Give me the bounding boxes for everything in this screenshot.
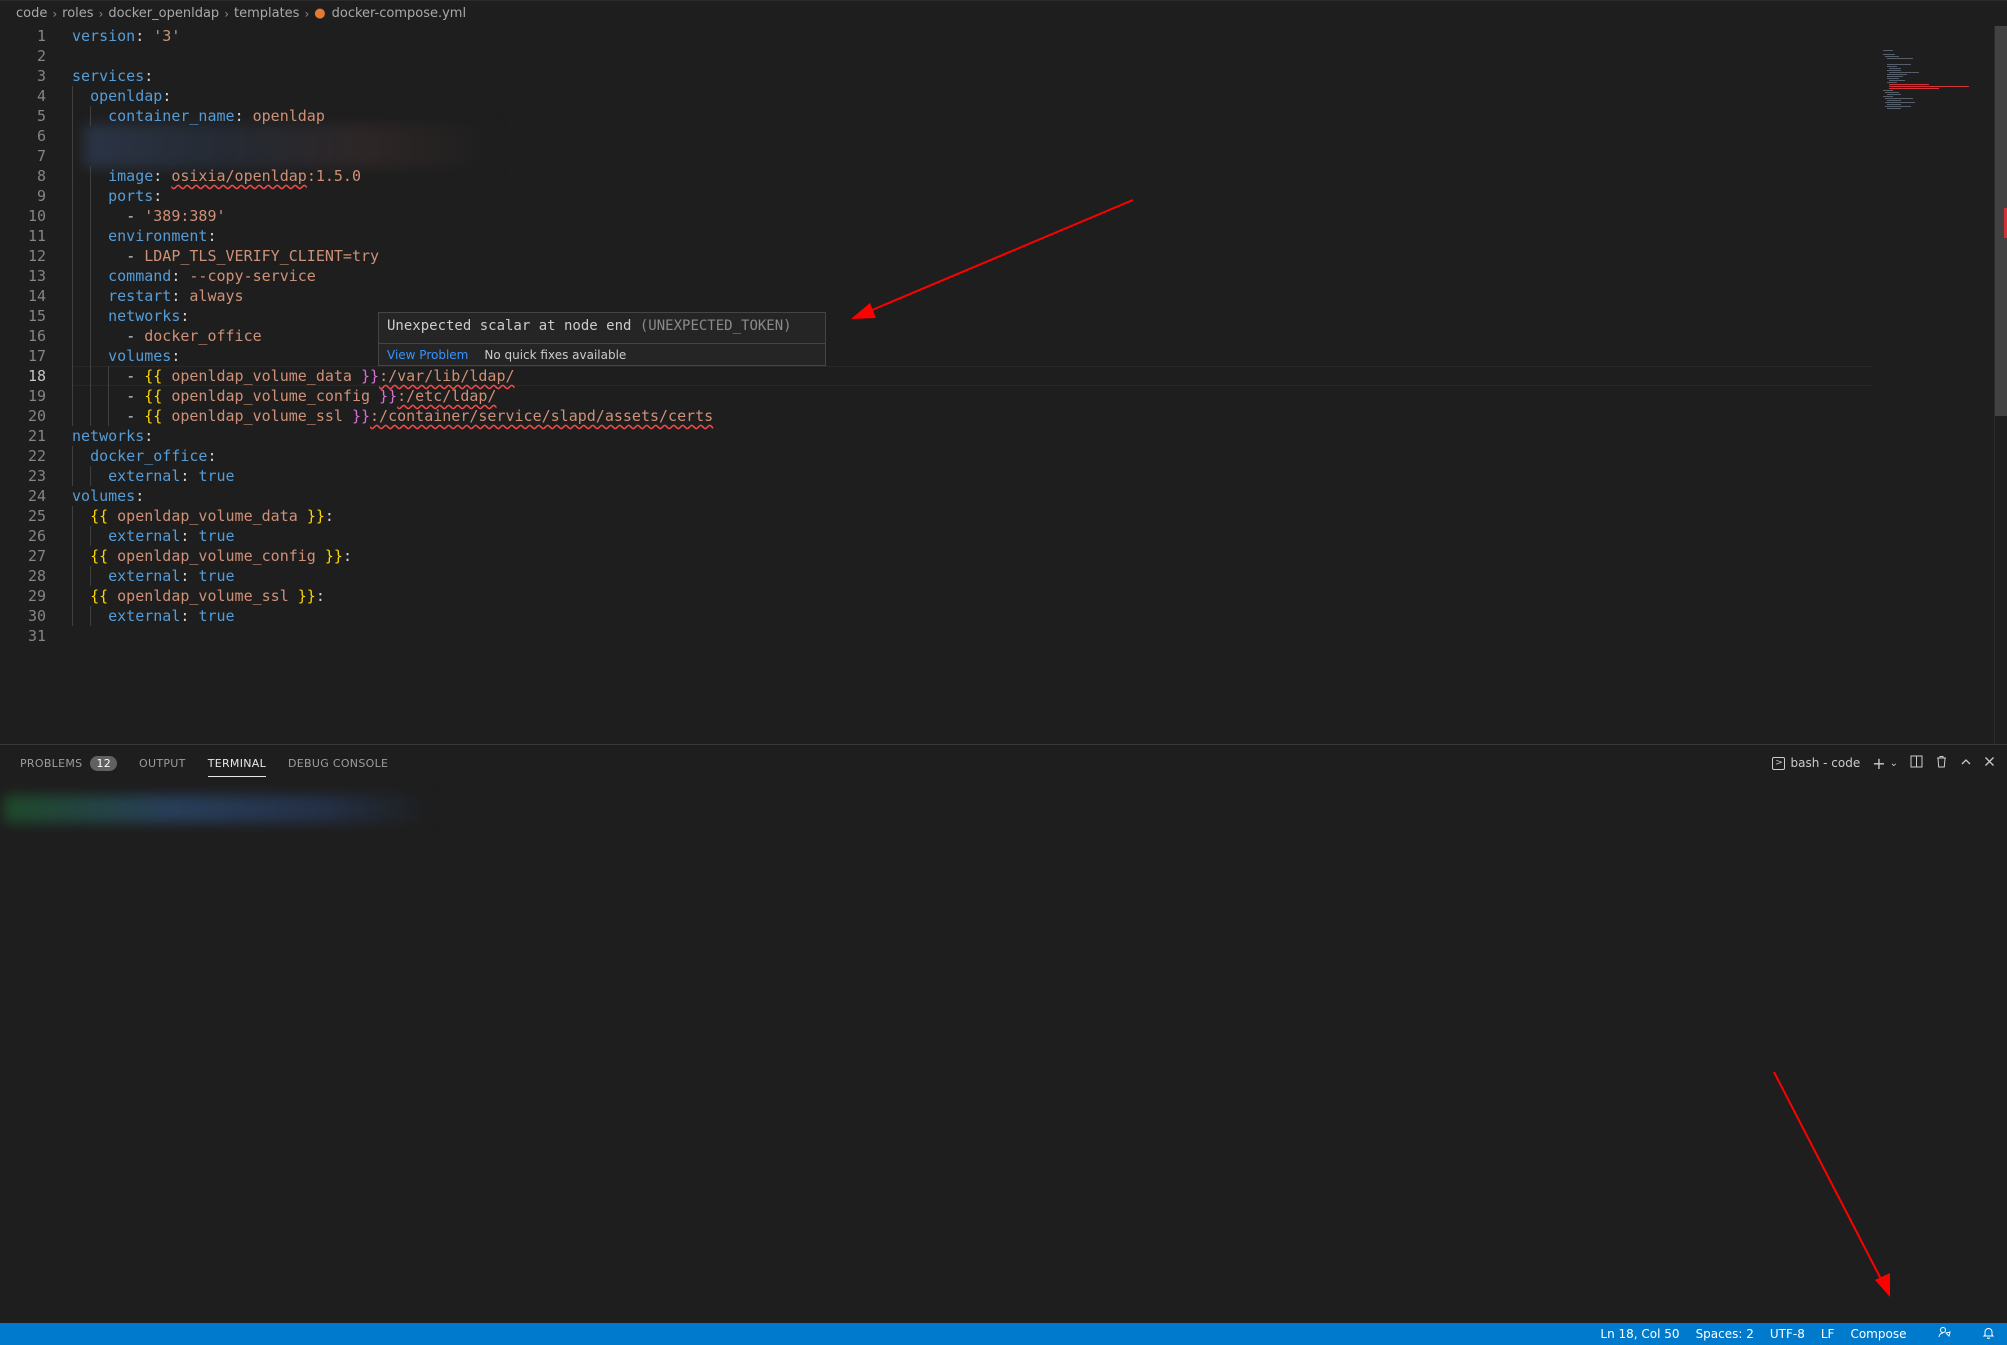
code-line: 5 container_name: openldap [36,106,325,126]
error-code: (UNEXPECTED_TOKEN) [639,318,792,334]
hover-message: Unexpected scalar at node end (UNEXPECTE… [387,318,792,334]
language-mode[interactable]: Compose [1850,1327,1906,1341]
code-line: 24 volumes: [27,487,145,505]
tab-terminal[interactable]: TERMINAL [207,745,267,781]
indentation[interactable]: Spaces: 2 [1696,1327,1754,1341]
cursor-position[interactable]: Ln 18, Col 50 [1600,1327,1679,1341]
code-line: 29 {{ openldap_volume_ssl }}: [27,586,325,606]
status-bar: Ln 18, Col 50 Spaces: 2 UTF-8 LF Compose [0,1323,2007,1345]
redacted-terminal-prompt [4,795,430,823]
code-line: 13 command: --copy-service [27,266,316,286]
breadcrumb-roles[interactable]: roles [62,6,93,21]
code-line: 28 external: true [27,566,235,586]
code-line: 19 - {{ openldap_volume_config }}:/etc/l… [27,386,497,406]
tab-debug-console[interactable]: DEBUG CONSOLE [288,745,388,781]
code-line: 22 docker_office: [27,446,217,466]
tab-output[interactable]: OUTPUT [139,745,186,781]
code-line: 26 external: true [27,526,235,546]
code-line: 2 [36,47,46,65]
chevron-right-icon: › [52,6,58,21]
terminal-selector[interactable]: > bash - code [1772,756,1860,770]
breadcrumb-code[interactable]: code [16,6,47,21]
code-line: 31 [27,627,46,645]
split-icon[interactable] [1910,755,1923,771]
code-line: 7 [0,146,1880,166]
code-line: 15 networks: [27,306,190,326]
error-hover: Unexpected scalar at node end (UNEXPECTE… [378,312,826,366]
code-line: 14 restart: always [27,286,244,306]
code-line: 10 - '389:389' [27,206,226,226]
code-line: 12 - LDAP_TLS_VERIFY_CLIENT=try [27,246,380,266]
breadcrumb-docker-openldap[interactable]: docker_openldap [108,6,219,21]
code-line: 20 - {{ openldap_volume_ssl }}:/containe… [27,406,714,426]
problems-badge: 12 [90,755,118,771]
plus-icon[interactable]: + [1872,754,1885,773]
code-line: 17 volumes: [27,346,181,366]
code-line: 23 external: true [27,466,235,486]
code-line-active: 18 - {{ openldap_volume_data }}:/var/lib… [0,366,1880,386]
hover-actions: View Problem No quick fixes available [379,343,825,365]
breadcrumb: code › roles › docker_openldap › templat… [0,0,2007,26]
trash-icon[interactable] [1935,755,1948,771]
code-line: 3 services: [36,67,154,85]
panel-actions: > bash - code + ⌄ [1772,745,1995,781]
end-of-line[interactable]: LF [1821,1327,1835,1341]
chevron-right-icon: › [98,6,104,21]
panel-tabs: PROBLEMS 12 OUTPUT TERMINAL DEBUG CONSOLE [20,745,410,781]
chevron-right-icon: › [304,6,310,21]
bell-icon[interactable] [1967,1312,1995,1345]
code-line: 8 image: osixia/openldap:1.5.0 [36,166,361,186]
feedback-icon[interactable] [1922,1312,1951,1345]
no-quick-fixes-label: No quick fixes available [484,347,627,362]
breadcrumb-file[interactable]: docker-compose.yml [332,6,466,21]
close-icon[interactable] [1984,756,1995,770]
chevron-down-icon[interactable]: ⌄ [1890,758,1898,769]
chevron-up-icon[interactable] [1960,756,1972,771]
code-line: 21 networks: [27,427,154,445]
breadcrumb-templates[interactable]: templates [234,6,299,21]
code-line: 1 version: '3' [36,27,181,45]
minimap[interactable] [1880,48,1990,128]
bottom-panel: PROBLEMS 12 OUTPUT TERMINAL DEBUG CONSOLE… [0,744,2007,1323]
view-problem-link[interactable]: View Problem [387,348,468,362]
chevron-right-icon: › [224,6,229,21]
code-line: 27 {{ openldap_volume_config }}: [27,546,352,566]
code-line: 4 openldap: [36,86,172,106]
code-line: 16 - docker_office [27,326,262,346]
editor-scrollbar[interactable] [1994,26,2007,744]
terminal-icon: > [1772,756,1786,770]
docker-file-icon: ● [314,6,326,21]
code-line: 11 environment: [27,226,217,246]
encoding[interactable]: UTF-8 [1770,1327,1805,1341]
code-line: 6 [0,126,1880,146]
code-line: 9 ports: [36,186,163,206]
code-line: 30 external: true [27,606,235,626]
code-editor[interactable]: 1 version: '3' 2 3 services: 4 openldap: 5… [0,26,1990,744]
code-line: 25 {{ openldap_volume_data }}: [27,506,334,526]
tab-problems[interactable]: PROBLEMS 12 [20,745,118,781]
